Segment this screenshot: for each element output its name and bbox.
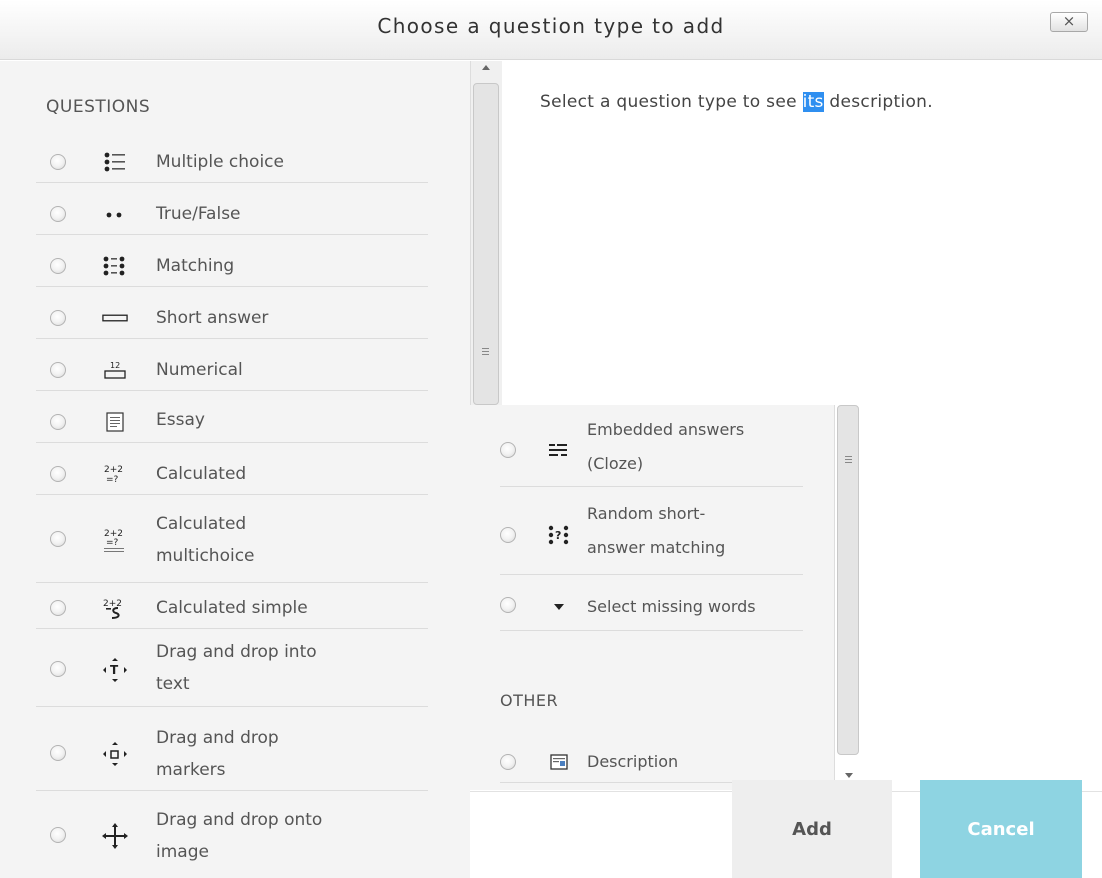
add-button[interactable]: Add — [732, 780, 892, 878]
option-label: Drag and drop — [156, 728, 279, 748]
option-label: Essay — [156, 410, 205, 430]
radio-drag-drop-markers[interactable] — [50, 745, 66, 761]
cancel-button[interactable]: Cancel — [920, 780, 1082, 878]
radio-drag-drop-image[interactable] — [50, 827, 66, 843]
short-answer-icon — [102, 305, 128, 331]
scroll-grip-icon — [482, 348, 489, 357]
essay-icon — [102, 409, 128, 435]
other-section-header: OTHER — [500, 691, 559, 710]
option-label-line2: text — [156, 674, 190, 694]
scroll-grip-icon — [845, 456, 852, 465]
option-label: Calculated — [156, 514, 247, 534]
option-calculated-simple[interactable]: 2+2 Calculated simple — [36, 587, 428, 629]
option-label: Numerical — [156, 360, 243, 380]
option-short-answer[interactable]: Short answer — [36, 297, 428, 339]
radio-calculated[interactable] — [50, 466, 66, 482]
svg-text:T: T — [110, 663, 119, 677]
option-label: Random short- — [587, 504, 706, 523]
selected-text: its — [802, 92, 824, 112]
option-drag-drop-markers[interactable]: Drag and drop markers — [36, 717, 428, 791]
radio-matching[interactable] — [50, 258, 66, 274]
option-matching[interactable]: Matching — [36, 245, 428, 287]
drag-drop-markers-icon — [102, 741, 128, 767]
option-label: Select missing words — [587, 597, 756, 616]
dialog-titlebar: Choose a question type to add × — [0, 0, 1102, 60]
option-random-matching[interactable]: ? Random short- answer matching — [500, 495, 803, 575]
radio-description[interactable] — [500, 754, 516, 770]
option-label: Calculated simple — [156, 598, 308, 618]
radio-short-answer[interactable] — [50, 310, 66, 326]
option-cloze[interactable]: Embedded answers (Cloze) — [500, 413, 803, 487]
more-types-scrollbar[interactable] — [834, 405, 862, 790]
question-chooser-dialog: Choose a question type to add × QUESTION… — [0, 0, 1102, 878]
option-label: Embedded answers — [587, 420, 745, 439]
matching-icon — [102, 253, 128, 279]
option-label: Multiple choice — [156, 152, 284, 172]
radio-select-missing-words[interactable] — [500, 597, 516, 613]
questions-section-header: QUESTIONS — [46, 97, 151, 117]
true-false-icon — [102, 201, 128, 227]
scroll-up-arrow-icon[interactable] — [482, 65, 490, 70]
question-type-description: Select a question type to see its descri… — [540, 92, 933, 112]
option-label-line2: multichoice — [156, 546, 255, 566]
radio-numerical[interactable] — [50, 362, 66, 378]
option-label: Drag and drop onto — [156, 810, 323, 830]
cloze-icon — [546, 438, 572, 464]
drag-drop-text-icon: T — [102, 657, 128, 683]
close-button[interactable]: × — [1050, 12, 1088, 32]
radio-true-false[interactable] — [50, 206, 66, 222]
radio-cloze[interactable] — [500, 442, 516, 458]
scroll-thumb[interactable] — [473, 83, 499, 405]
more-question-types-panel: Embedded answers (Cloze) ? Random short-… — [470, 405, 862, 790]
option-select-missing-words[interactable]: Select missing words — [500, 583, 803, 631]
svg-text:=?: =? — [106, 475, 119, 485]
scroll-thumb[interactable] — [837, 405, 859, 755]
option-label: Drag and drop into — [156, 642, 317, 662]
option-drag-drop-image[interactable]: Drag and drop onto image — [36, 801, 428, 878]
option-numerical[interactable]: 12 Numerical — [36, 349, 428, 391]
question-list-scrollbar[interactable] — [470, 61, 502, 405]
dropdown-arrow-icon — [546, 594, 572, 620]
option-label-line2: (Cloze) — [587, 454, 644, 473]
svg-text:12: 12 — [110, 361, 120, 370]
radio-drag-drop-text[interactable] — [50, 661, 66, 677]
option-label-line2: answer matching — [587, 538, 726, 557]
option-label: Calculated — [156, 464, 247, 484]
radio-calculated-simple[interactable] — [50, 600, 66, 616]
radio-essay[interactable] — [50, 414, 66, 430]
svg-text:2+2: 2+2 — [104, 465, 123, 475]
svg-text:=?: =? — [106, 538, 119, 548]
calculated-icon: 2+2 =? — [102, 461, 128, 487]
option-label: Short answer — [156, 308, 269, 328]
random-matching-icon: ? — [546, 522, 572, 548]
option-true-false[interactable]: True/False — [36, 193, 428, 235]
description-icon — [546, 749, 572, 775]
option-label: Matching — [156, 256, 235, 276]
option-drag-drop-text[interactable]: T Drag and drop into text — [36, 633, 428, 707]
option-calculated-multichoice[interactable]: 2+2 =? Calculated multichoice — [36, 505, 428, 583]
radio-random-matching[interactable] — [500, 527, 516, 543]
radio-multiple-choice[interactable] — [50, 154, 66, 170]
option-label: True/False — [156, 204, 241, 224]
option-label: Description — [587, 752, 679, 771]
scroll-down-arrow-icon[interactable] — [845, 773, 853, 778]
option-calculated[interactable]: 2+2 =? Calculated — [36, 453, 428, 495]
svg-text:2+2: 2+2 — [103, 599, 122, 609]
dialog-title: Choose a question type to add — [377, 14, 725, 38]
option-essay[interactable]: Essay — [36, 401, 428, 443]
multiple-choice-icon — [102, 149, 128, 175]
option-label-line2: markers — [156, 760, 226, 780]
description-text-end: description. — [823, 92, 933, 112]
option-label-line2: image — [156, 842, 209, 862]
calculated-simple-icon: 2+2 — [102, 595, 128, 621]
svg-text:?: ? — [555, 529, 561, 542]
drag-drop-image-icon — [102, 823, 128, 849]
description-text: Select a question type to see — [540, 92, 803, 112]
numerical-icon: 12 — [102, 357, 128, 383]
calculated-multichoice-icon: 2+2 =? — [102, 527, 128, 553]
option-description[interactable]: Description — [500, 741, 803, 783]
radio-calculated-multichoice[interactable] — [50, 531, 66, 547]
option-multiple-choice[interactable]: Multiple choice — [36, 141, 428, 183]
